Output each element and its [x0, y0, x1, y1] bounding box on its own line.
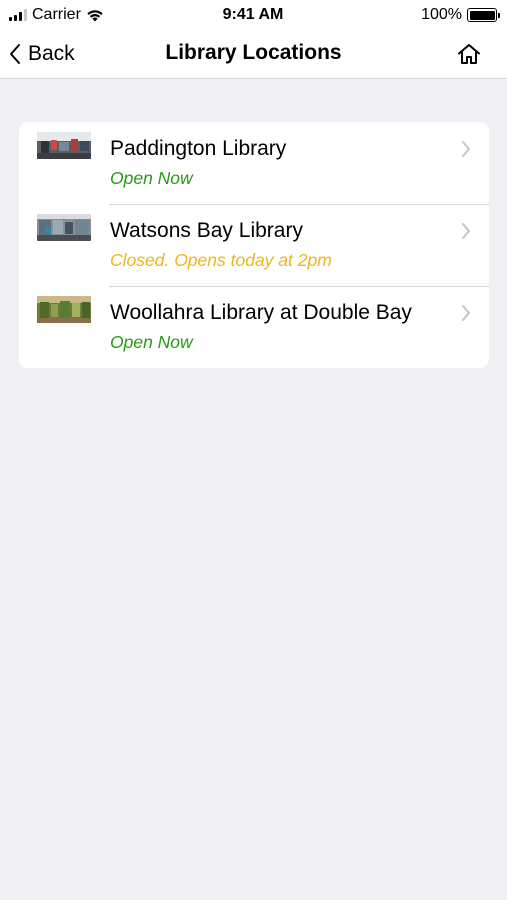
signal-icon	[9, 9, 27, 21]
library-name: Paddington Library	[110, 137, 287, 160]
nav-bar: Back Library Locations	[0, 30, 507, 79]
library-item-watsons-bay[interactable]: Watsons Bay Library Closed. Opens today …	[19, 204, 489, 286]
status-left: Carrier	[9, 6, 169, 24]
library-status: Open Now	[110, 168, 193, 188]
library-thumbnail	[37, 132, 91, 159]
status-bar: Carrier 9:41 AM 100%	[0, 0, 507, 30]
chevron-right-icon	[460, 139, 472, 159]
status-time: 9:41 AM	[222, 6, 284, 23]
wifi-icon	[87, 9, 103, 21]
library-list: Paddington Library Open Now Watsons Bay …	[19, 122, 489, 368]
back-button[interactable]: Back	[8, 39, 75, 69]
carrier-label: Carrier	[32, 6, 81, 23]
back-label: Back	[28, 42, 75, 65]
chevron-right-icon	[460, 221, 472, 241]
library-item-double-bay[interactable]: Woollahra Library at Double Bay Open Now	[19, 286, 489, 368]
home-button[interactable]	[455, 40, 483, 68]
page-title: Library Locations	[165, 41, 342, 64]
library-status: Closed. Opens today at 2pm	[110, 250, 332, 270]
status-right: 100%	[337, 6, 500, 24]
library-status: Open Now	[110, 332, 193, 352]
library-thumbnail	[37, 296, 91, 323]
home-icon	[458, 44, 480, 64]
library-name: Woollahra Library at Double Bay	[110, 301, 412, 324]
screen: Carrier 9:41 AM 100% Back Library Locati…	[0, 0, 507, 900]
chevron-right-icon	[460, 303, 472, 323]
battery-icon	[467, 8, 500, 22]
chevron-left-icon	[8, 43, 22, 65]
library-name: Watsons Bay Library	[110, 219, 303, 242]
battery-percent: 100%	[421, 6, 462, 23]
library-item-paddington[interactable]: Paddington Library Open Now	[19, 122, 489, 204]
library-thumbnail	[37, 214, 91, 241]
